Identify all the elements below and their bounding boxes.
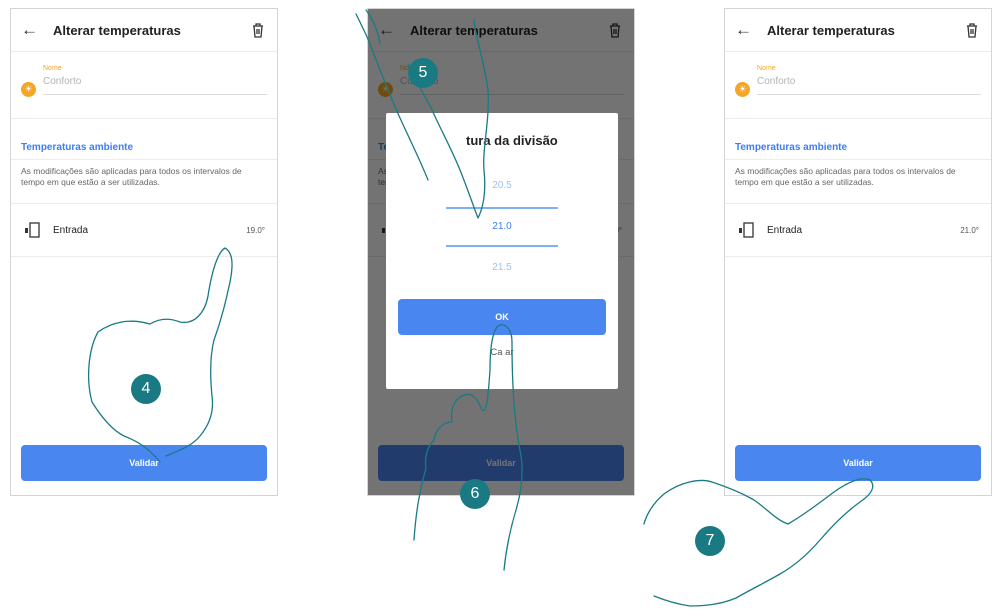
section-description: As modificações são aplicadas para todos… — [11, 160, 277, 204]
sun-icon: ☀ — [21, 82, 36, 97]
name-label: Nome — [43, 65, 62, 72]
name-label: Nome — [757, 65, 776, 72]
screen-edit-temperatures-1: ← Alterar temperaturas Nome ☀ Conforto T… — [10, 8, 278, 496]
room-row[interactable]: Entrada 21.0° — [725, 204, 991, 257]
step-badge: 7 — [695, 526, 725, 556]
page-title: Alterar temperaturas — [767, 22, 895, 38]
sun-icon: ☀ — [735, 82, 750, 97]
section-title: Temperaturas ambiente — [21, 142, 134, 153]
room-name: Entrada — [767, 224, 803, 236]
room-temperature: 21.0° — [960, 225, 979, 235]
name-field[interactable]: Nome ☀ Conforto — [725, 52, 991, 119]
name-value: Conforto — [757, 76, 796, 87]
name-value: Conforto — [43, 76, 82, 87]
ok-button[interactable]: OK — [398, 299, 606, 335]
hand-pointer-icon — [643, 478, 874, 607]
name-underline — [757, 94, 981, 95]
section-title: Temperaturas ambiente — [735, 142, 848, 153]
trash-icon[interactable] — [249, 21, 267, 39]
screen-edit-temperatures-2: ← Alterar temperaturas Nome ☀ Conforto T… — [367, 8, 635, 496]
name-underline — [43, 94, 267, 95]
cancel-button[interactable]: Ca ar — [386, 347, 618, 358]
room-row[interactable]: Entrada 19.0° — [11, 204, 277, 257]
section-header: Temperaturas ambiente — [725, 119, 991, 160]
trash-icon[interactable] — [963, 21, 981, 39]
temperature-picker[interactable]: 20.5 21.0 21.5 — [386, 165, 618, 289]
validate-button[interactable]: Validar — [735, 445, 981, 481]
back-arrow-icon[interactable]: ← — [735, 20, 759, 40]
step-badge: 4 — [131, 374, 161, 404]
room-name: Entrada — [53, 224, 89, 236]
dialog-title: tura da divisão — [466, 133, 558, 148]
screen-edit-temperatures-3: ← Alterar temperaturas Nome ☀ Conforto T… — [724, 8, 992, 496]
back-arrow-icon[interactable]: ← — [21, 20, 45, 40]
section-header: Temperaturas ambiente — [11, 119, 277, 160]
picker-option[interactable]: 21.5 — [386, 247, 618, 289]
validate-button[interactable]: Validar — [21, 445, 267, 481]
page-title: Alterar temperaturas — [53, 22, 181, 38]
step-badge: 6 — [460, 479, 490, 509]
door-thermostat-icon — [25, 222, 40, 238]
picker-selected-option[interactable]: 21.0 — [446, 207, 558, 247]
name-field[interactable]: Nome ☀ Conforto — [11, 52, 277, 119]
door-thermostat-icon — [739, 222, 754, 238]
section-description: As modificações são aplicadas para todos… — [725, 160, 991, 204]
temperature-dialog: tura da divisão 20.5 21.0 21.5 OK Ca ar — [386, 113, 618, 389]
picker-option[interactable]: 20.5 — [386, 165, 618, 207]
step-badge: 5 — [408, 58, 438, 88]
header: ← Alterar temperaturas — [725, 9, 991, 52]
room-temperature: 19.0° — [246, 225, 265, 235]
header: ← Alterar temperaturas — [11, 9, 277, 52]
